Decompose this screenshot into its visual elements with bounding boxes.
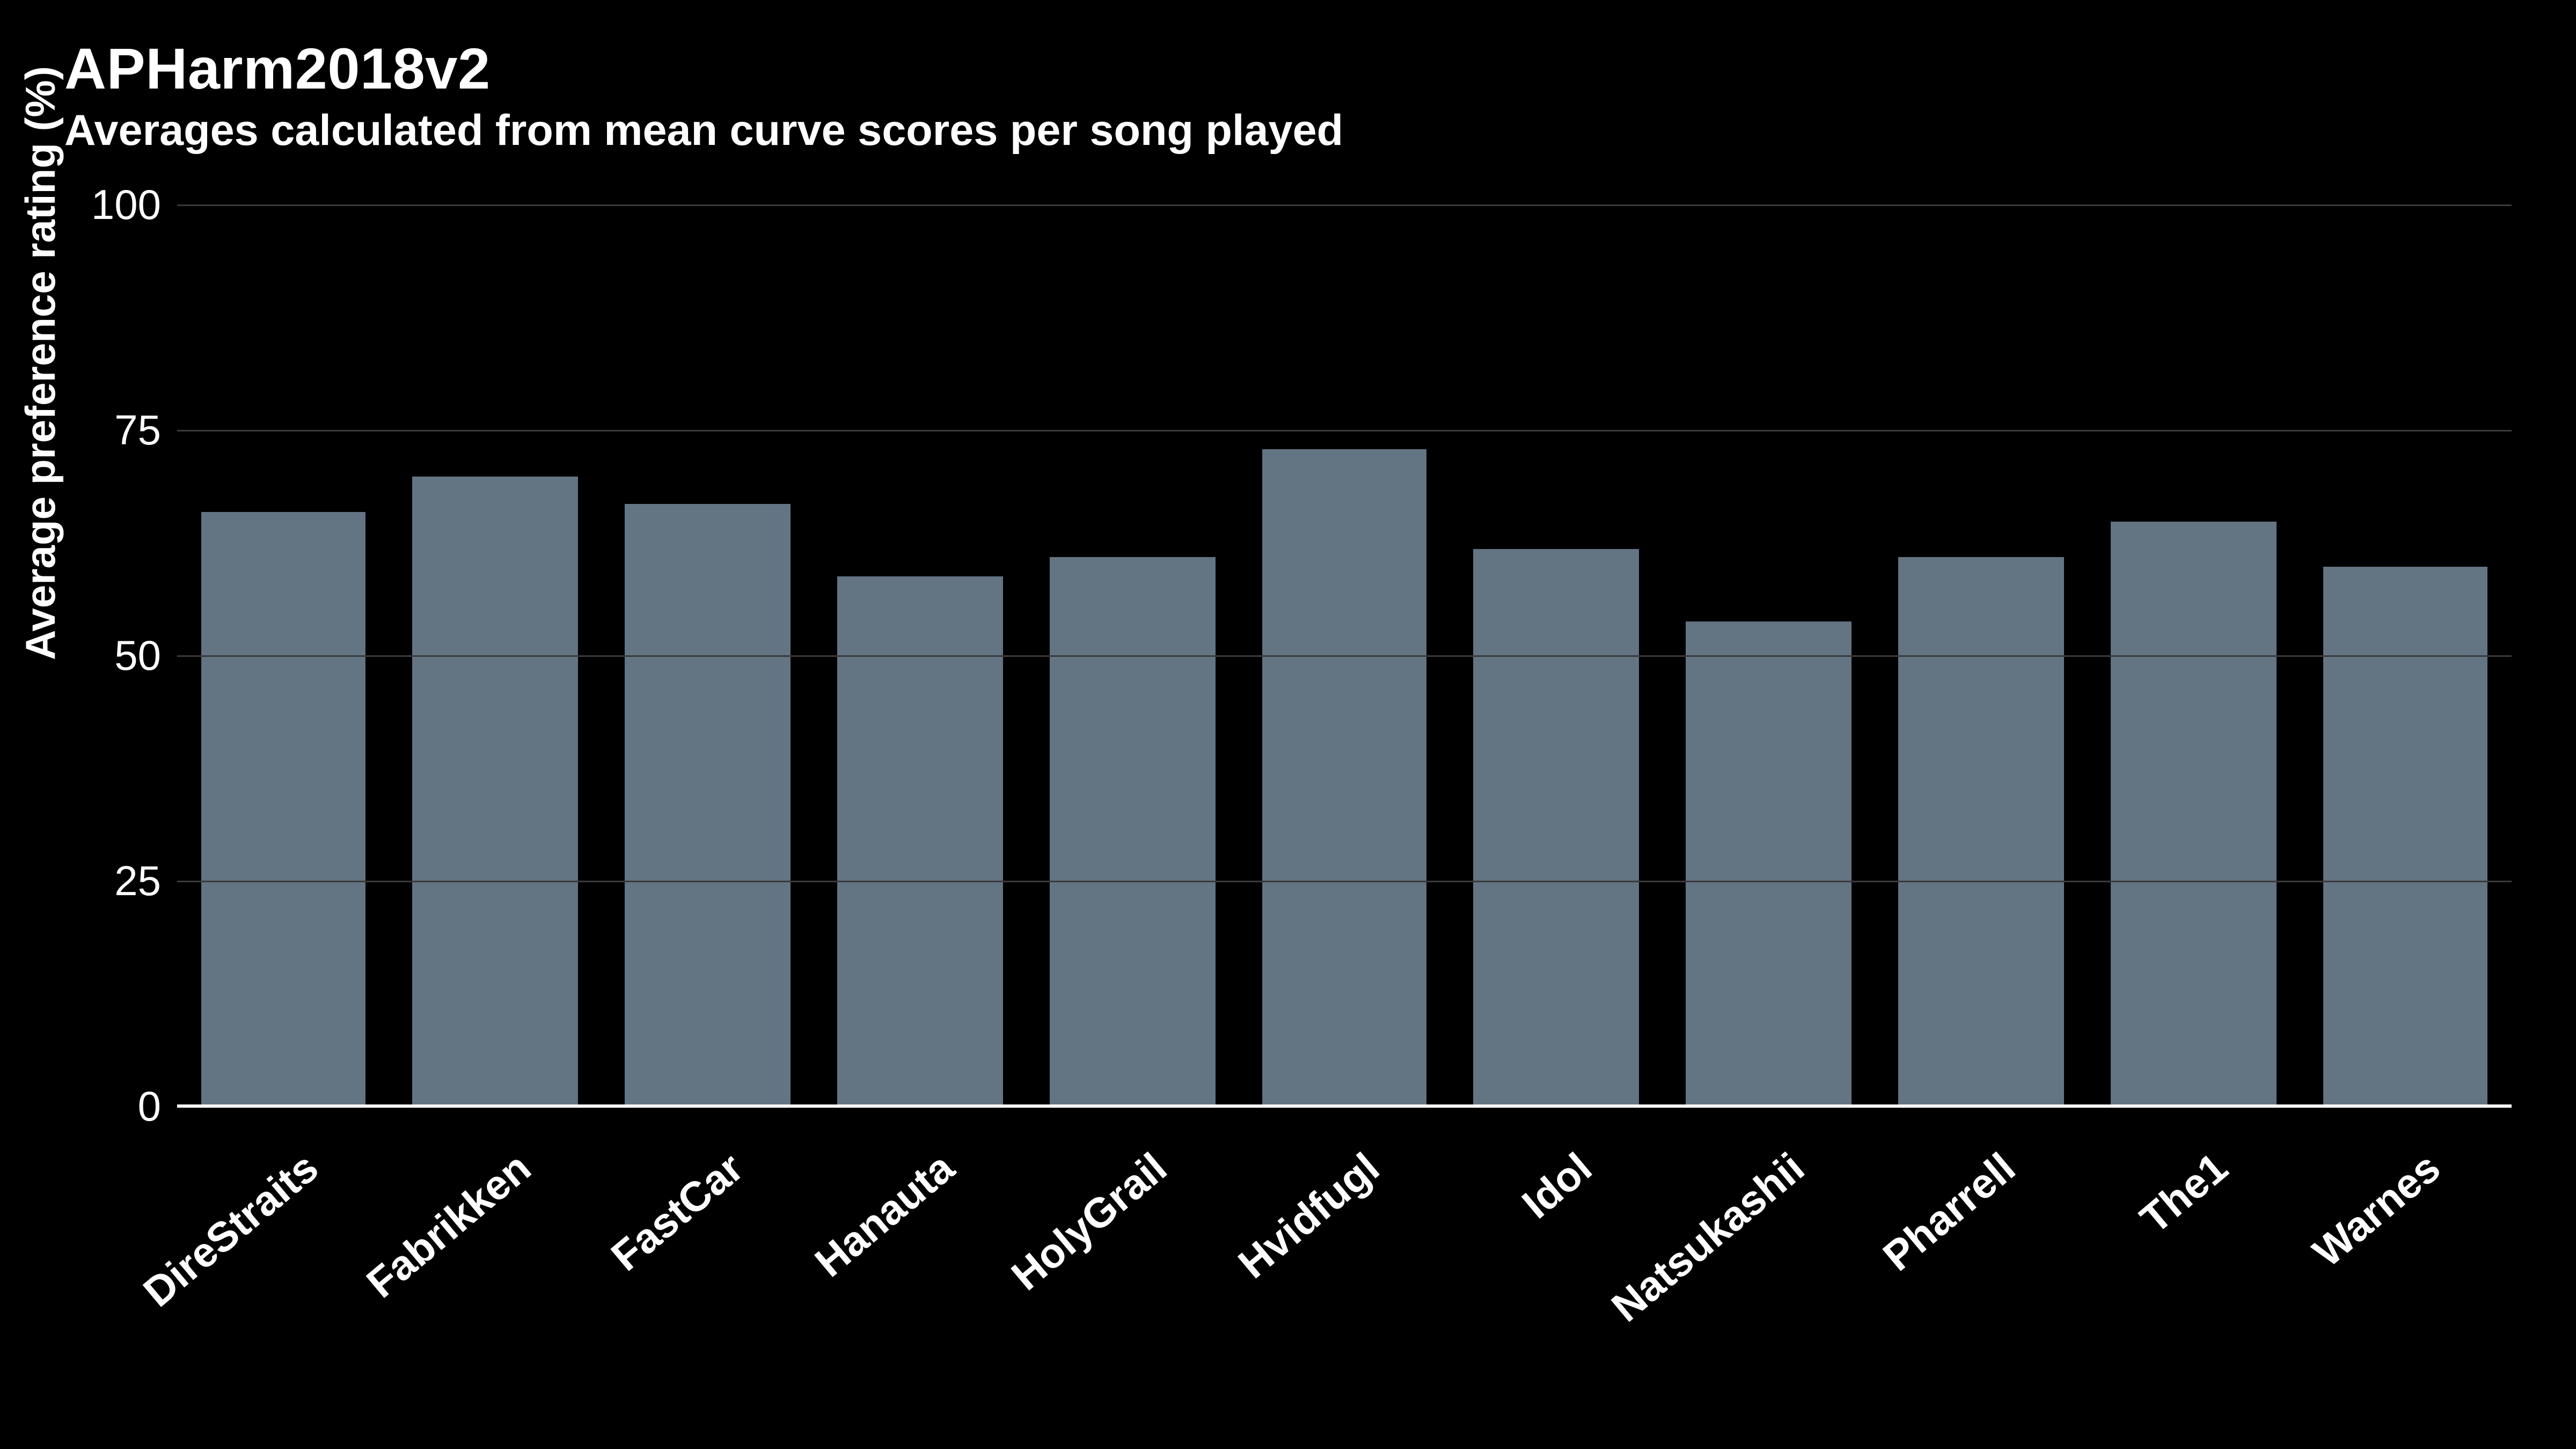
y-tick-label: 50 [80, 631, 161, 681]
bar [2111, 522, 2276, 1108]
gridline [177, 655, 2512, 657]
chart-title: APHarm2018v2 [64, 35, 491, 103]
bar [201, 513, 366, 1108]
bar [1474, 548, 1639, 1108]
y-axis-label: Average preference rating (%) [16, 66, 66, 660]
plot-area [177, 206, 2512, 1108]
x-tick-labels: DireStraitsFabrikkenFastCarHanautaHolyGr… [177, 1108, 2512, 1430]
bars-container [177, 206, 2512, 1108]
y-tick-label: 25 [80, 857, 161, 906]
gridline [177, 430, 2512, 431]
bar [1898, 558, 2063, 1108]
y-tick-label: 75 [80, 406, 161, 456]
bar [625, 503, 790, 1108]
y-tick-label: 100 [80, 180, 161, 230]
chart-frame: APHarm2018v2 Averages calculated from me… [0, 0, 2576, 1449]
bar [1686, 621, 1851, 1108]
bar [2323, 567, 2488, 1108]
gridline [177, 204, 2512, 206]
gridline [177, 881, 2512, 882]
bar [1262, 450, 1427, 1108]
bar [413, 477, 578, 1108]
bar [1049, 558, 1214, 1108]
y-tick-label: 0 [80, 1082, 161, 1132]
chart-subtitle: Averages calculated from mean curve scor… [64, 106, 1343, 156]
